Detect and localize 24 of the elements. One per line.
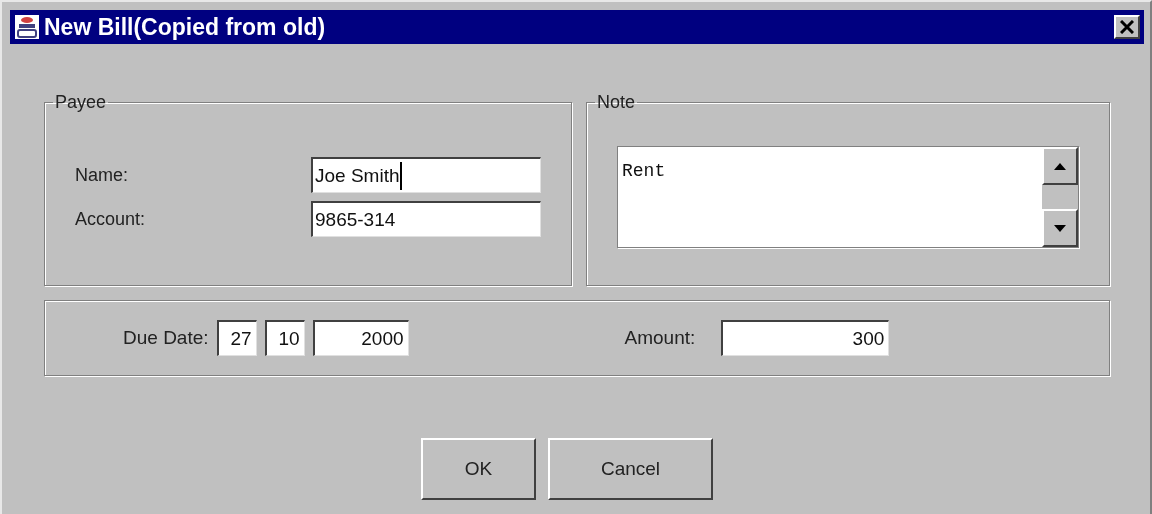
- app-icon: [14, 14, 40, 40]
- field-label: Amount:: [624, 327, 696, 349]
- close-icon: [1120, 20, 1134, 34]
- ok-button[interactable]: OK: [421, 438, 536, 500]
- input-field[interactable]: 9865-314: [311, 201, 541, 237]
- field-label: Due Date:: [123, 327, 209, 349]
- group-title: Note: [596, 92, 637, 113]
- amount-field[interactable]: 300: [721, 320, 890, 356]
- field-label: Name:: [75, 164, 129, 186]
- window-title: New Bill(Copied from old): [44, 13, 327, 41]
- scroll-up-button[interactable]: [1042, 147, 1078, 185]
- field-label: Account:: [75, 208, 147, 230]
- year-field[interactable]: 2000: [312, 320, 409, 356]
- note-text-area[interactable]: Rent: [617, 146, 1079, 248]
- scroll-bar[interactable]: [1042, 147, 1078, 247]
- cancel-button[interactable]: Cancel: [548, 438, 713, 500]
- close-button[interactable]: [1114, 15, 1140, 39]
- up-arrow-icon: [1054, 162, 1066, 170]
- month-field[interactable]: 10: [264, 320, 305, 356]
- group-title: Payee: [54, 92, 108, 113]
- input-field[interactable]: Joe Smith: [311, 157, 541, 193]
- day-field[interactable]: 27: [216, 320, 257, 356]
- down-arrow-icon: [1054, 224, 1066, 232]
- scroll-down-button[interactable]: [1042, 209, 1078, 247]
